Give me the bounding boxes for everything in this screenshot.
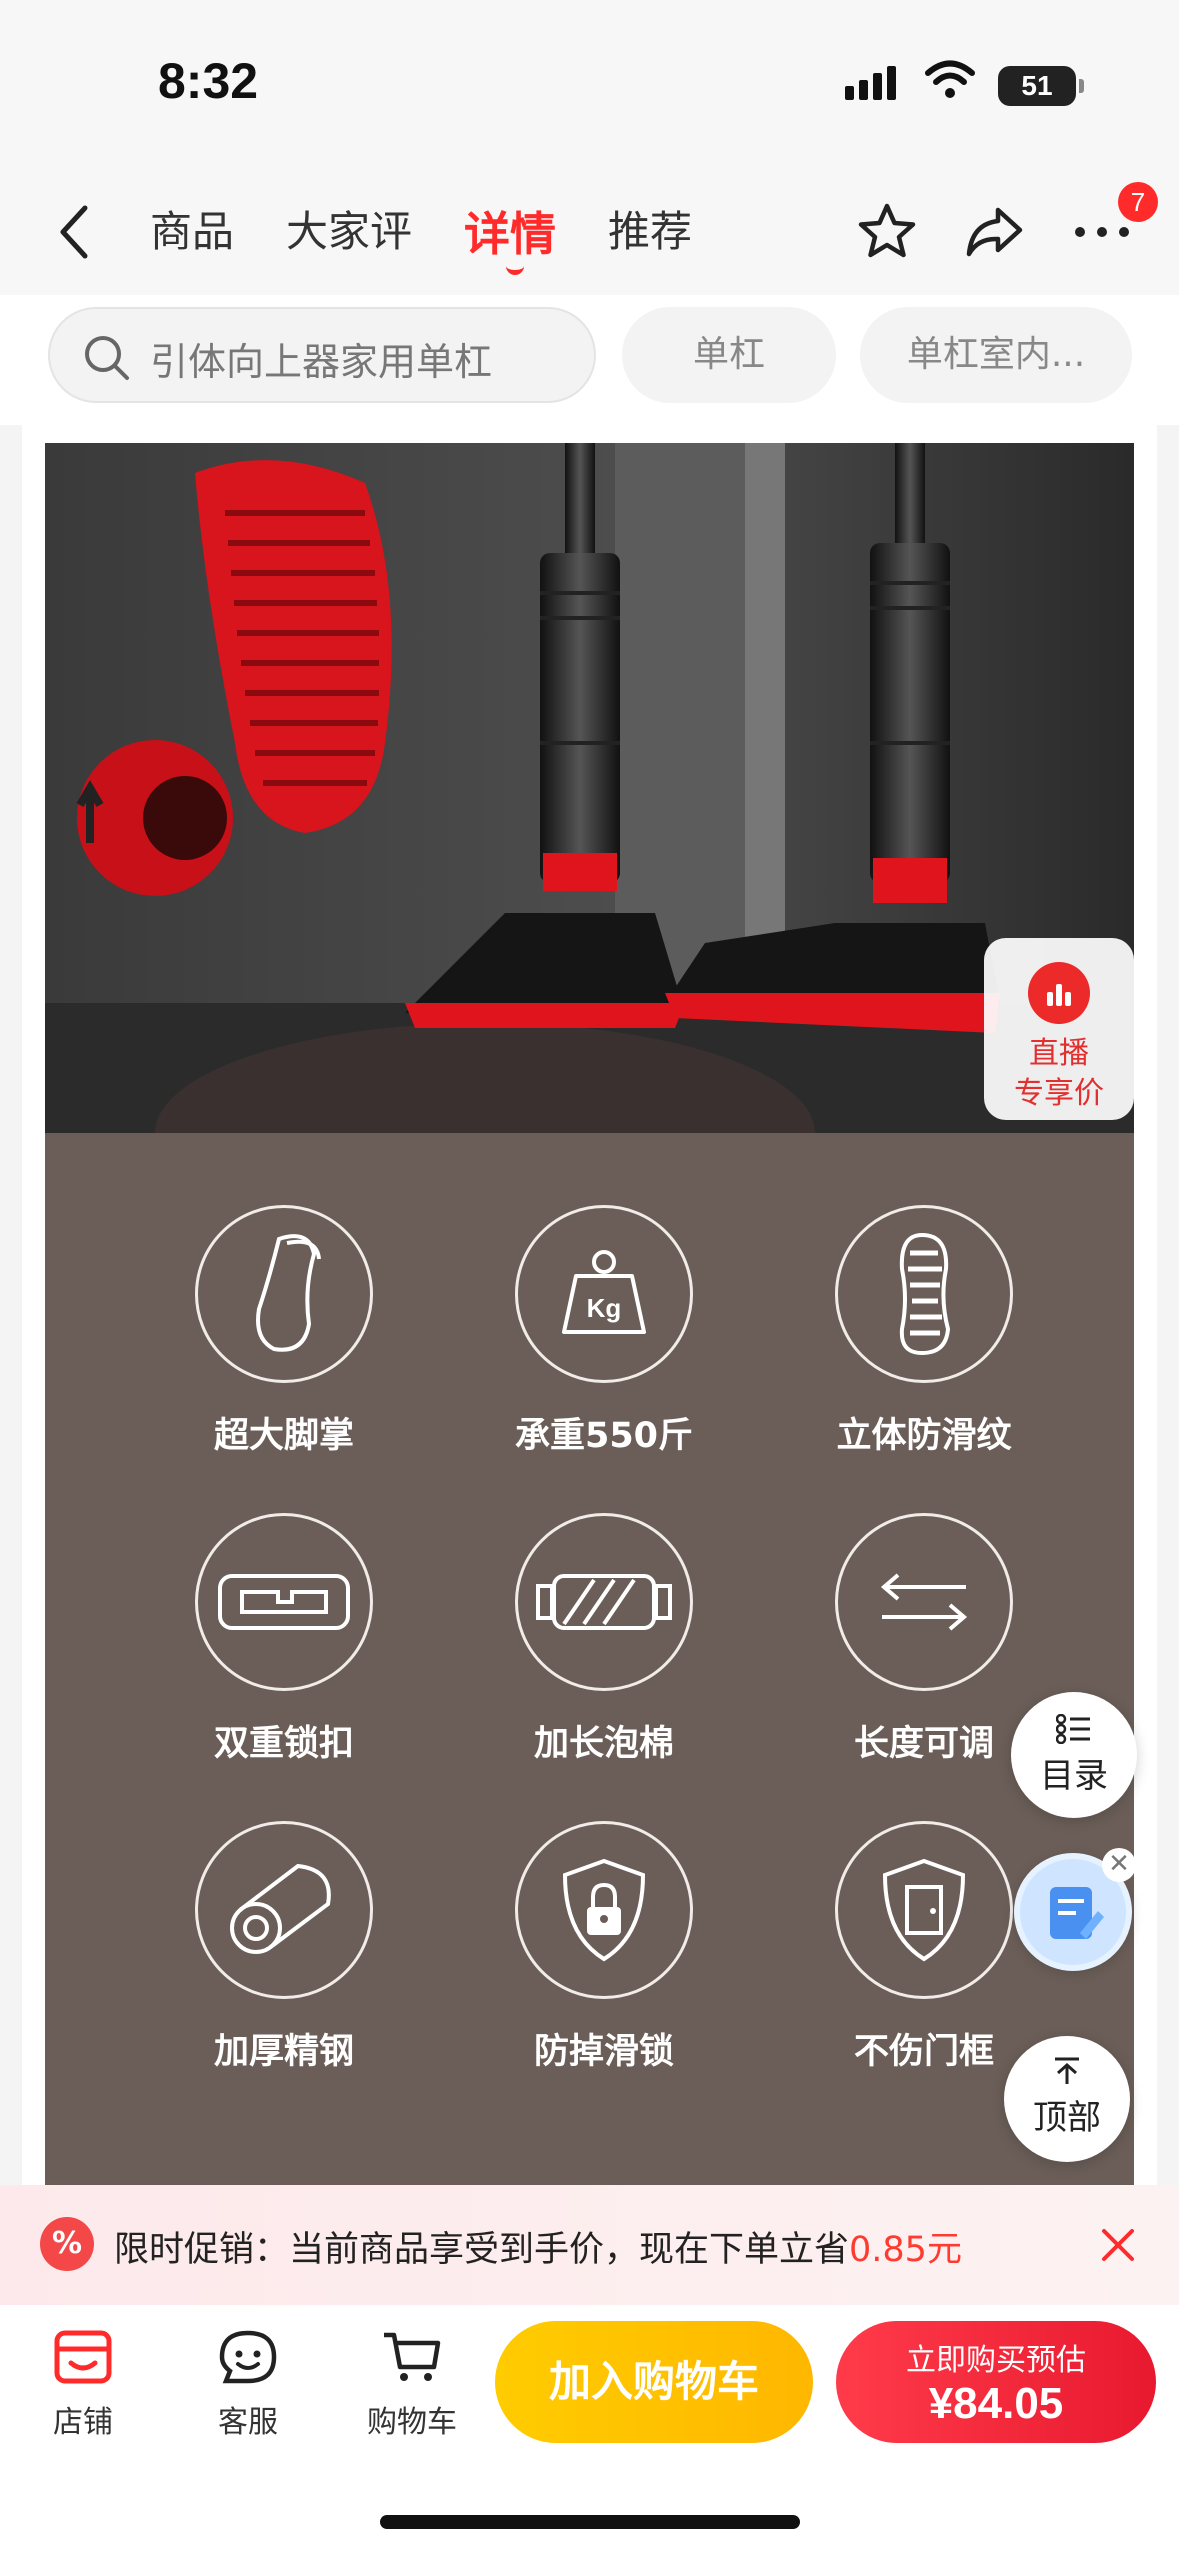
arrow-up-icon — [1055, 2057, 1079, 2084]
close-icon[interactable]: ✕ — [1102, 1848, 1136, 1882]
promo-amount: 0.85元 — [849, 2230, 962, 2270]
notification-badge: 7 — [1118, 182, 1158, 222]
close-promo-icon[interactable] — [1098, 2225, 1138, 2265]
door-frame-icon — [882, 1858, 966, 1962]
home-indicator — [380, 2515, 800, 2529]
foam-grip-icon — [536, 1574, 672, 1630]
tab-product[interactable]: 商品 — [150, 198, 234, 264]
battery-icon: 51 — [998, 66, 1084, 106]
search-placeholder: 引体向上器家用单杠 — [150, 340, 493, 384]
feature-label: 双重锁扣 — [213, 1724, 354, 1764]
feature-item: 防掉滑锁 — [464, 1821, 744, 2074]
adjust-arrows-icon — [880, 1573, 968, 1631]
cart-label: 购物车 — [367, 2405, 457, 2440]
share-icon[interactable] — [962, 200, 1026, 264]
feature-grid: 超大脚掌 Kg 承重550斤 立体防滑纹 双重锁扣 加长泡棉 长度可调 加厚精钢… — [45, 1133, 1134, 2185]
product-photo — [45, 443, 1134, 1133]
foot-pad-icon — [256, 1234, 321, 1352]
padlock-shield-icon — [562, 1858, 646, 1962]
live-badge-line2: 专享价 — [1014, 1076, 1104, 1111]
svg-text:Kg: Kg — [587, 1293, 622, 1323]
buy-now-label: 立即购买预估 — [906, 2343, 1086, 2378]
feature-label: 立体防滑纹 — [836, 1416, 1012, 1456]
feature-label: 承重550斤 — [514, 1416, 694, 1456]
status-time: 8:32 — [158, 53, 259, 109]
promo-text: 限时促销：当前商品享受到手价，现在下单立省0.85元 — [114, 2230, 962, 2270]
feature-item: Kg 承重550斤 — [464, 1205, 744, 1458]
top-nav: 商品 大家评 详情 推荐 7 — [0, 170, 1179, 295]
tab-bar: 商品 大家评 详情 推荐 — [150, 198, 744, 275]
search-row: 引体向上器家用单杠 单杠 单杠室内... — [0, 295, 1179, 425]
wifi-icon — [925, 60, 975, 98]
feature-item: 双重锁扣 — [144, 1513, 424, 1766]
weight-kg-icon: Kg — [562, 1250, 646, 1334]
tab-details[interactable]: 详情 — [464, 198, 556, 275]
screen: 8:32 51 商品 大家评 详情 推荐 7 引体向上器家用单杠 单杠 单杠室内… — [0, 0, 1179, 2556]
store-button[interactable]: 店铺 — [23, 2327, 143, 2441]
toc-button[interactable]: 目录 — [1011, 1692, 1137, 1818]
live-icon — [1028, 962, 1090, 1024]
detail-content: 直播 专享价 超大脚掌 Kg 承重550斤 立体防滑纹 双重锁扣 加长泡棉 长度… — [22, 425, 1157, 2185]
feature-label: 超大脚掌 — [213, 1416, 354, 1456]
back-icon[interactable] — [55, 202, 95, 262]
cart-button[interactable]: 购物车 — [352, 2327, 472, 2441]
smile-chat-icon — [219, 2330, 277, 2384]
anti-slip-icon — [899, 1232, 951, 1356]
store-label: 店铺 — [53, 2405, 113, 2440]
feature-item: 加长泡棉 — [464, 1513, 744, 1766]
cellular-signal-icon — [845, 66, 896, 100]
buy-now-button[interactable]: 立即购买预估 ¥84.05 — [836, 2321, 1156, 2443]
store-icon — [54, 2330, 112, 2384]
search-input[interactable]: 引体向上器家用单杠 — [48, 307, 596, 403]
feature-item: 超大脚掌 — [144, 1205, 424, 1458]
feature-label: 防掉滑锁 — [533, 2032, 674, 2072]
customer-service-button[interactable]: 客服 — [188, 2327, 308, 2441]
tab-recommend[interactable]: 推荐 — [608, 198, 692, 264]
cart-icon — [384, 2332, 441, 2381]
promo-bar: % 限时促销：当前商品享受到手价，现在下单立省0.85元 — [0, 2185, 1179, 2305]
toc-label: 目录 — [1040, 1756, 1108, 1796]
buy-now-price: ¥84.05 — [928, 2379, 1064, 2428]
tab-reviews[interactable]: 大家评 — [286, 198, 412, 264]
list-icon — [1055, 1713, 1090, 1745]
search-chip-1[interactable]: 单杠 — [622, 307, 836, 403]
discount-icon: % — [40, 2217, 94, 2271]
feature-item: 立体防滑纹 — [784, 1205, 1064, 1458]
scroll-top-button[interactable]: 顶部 — [1004, 2036, 1130, 2162]
steel-tube-icon — [230, 1863, 331, 1954]
search-icon — [85, 336, 129, 380]
status-bar: 8:32 51 — [0, 0, 1179, 170]
star-icon[interactable] — [855, 200, 919, 264]
live-price-badge[interactable]: 直播 专享价 — [984, 938, 1134, 1120]
feature-label: 加厚精钢 — [213, 2032, 354, 2072]
scroll-top-label: 顶部 — [1033, 2098, 1101, 2138]
search-chip-2[interactable]: 单杠室内... — [860, 307, 1132, 403]
live-badge-line1: 直播 — [1029, 1036, 1089, 1071]
add-to-cart-button[interactable]: 加入购物车 — [495, 2321, 813, 2443]
service-label: 客服 — [218, 2405, 278, 2440]
double-lock-icon — [218, 1574, 350, 1630]
feature-label: 加长泡棉 — [533, 1724, 674, 1764]
feature-item: 加厚精钢 — [144, 1821, 424, 2074]
